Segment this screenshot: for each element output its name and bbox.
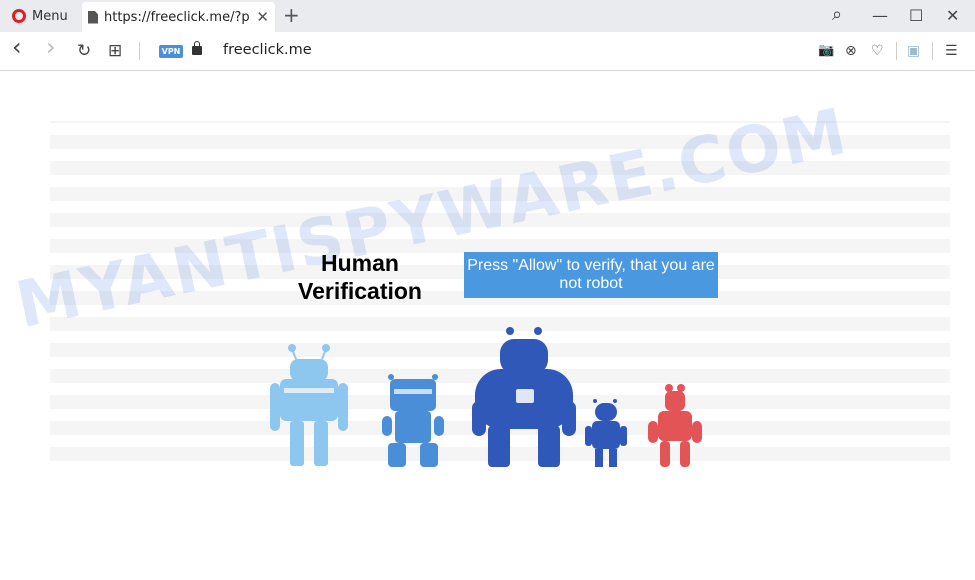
forward-button[interactable]: › — [46, 35, 56, 59]
tab-title: https://freeclick.me/?p — [104, 9, 250, 25]
tab-grid-button[interactable]: ⊞ — [108, 41, 122, 61]
close-tab-icon[interactable]: ✕ — [256, 8, 269, 26]
new-tab-button[interactable]: + — [283, 5, 300, 25]
extension-icon[interactable]: ▣ — [907, 43, 920, 59]
title-line-1: Human — [321, 250, 399, 276]
active-tab[interactable]: https://freeclick.me/?p ✕ — [82, 2, 275, 32]
page-icon — [88, 10, 98, 24]
snapshot-icon[interactable]: 📷 — [818, 43, 834, 58]
robot-light-blue — [270, 344, 348, 466]
ad-block-icon[interactable]: ⊗ — [845, 43, 857, 59]
divider — [896, 42, 897, 60]
url-field[interactable]: freeclick.me — [223, 42, 312, 58]
allow-notice: Press "Allow" to verify, that you are no… — [464, 252, 718, 298]
settings-icon[interactable]: ☰ — [945, 43, 958, 59]
close-window-button[interactable]: ✕ — [946, 6, 959, 25]
heart-icon[interactable]: ♡ — [871, 43, 884, 59]
maximize-button[interactable]: ☐ — [909, 6, 923, 25]
vpn-badge[interactable]: VPN — [159, 45, 183, 58]
search-icon[interactable]: ⌕ — [832, 4, 842, 25]
back-button[interactable]: ‹ — [12, 35, 22, 59]
minimize-button[interactable]: — — [872, 6, 888, 25]
robot-red — [648, 384, 702, 467]
reload-button[interactable]: ↻ — [77, 41, 91, 61]
robot-dark-blue — [472, 327, 576, 467]
address-bar: ‹ › ↻ ⊞ VPN freeclick.me 📷 ⊗ ♡ ▣ ☰ — [0, 32, 975, 71]
menu-label: Menu — [32, 8, 68, 24]
robots-illustration — [270, 327, 702, 467]
tab-bar: Menu https://freeclick.me/?p ✕ + ⌕ — ☐ ✕ — [0, 0, 975, 32]
page-content: MYANTISPYWARE.COM Human Verification Pre… — [0, 71, 975, 580]
robot-mid-blue — [382, 374, 444, 467]
divider — [139, 42, 140, 60]
page-title: Human Verification — [280, 249, 440, 305]
robot-small — [585, 399, 627, 467]
opera-menu-button[interactable]: Menu — [6, 4, 74, 28]
title-line-2: Verification — [298, 278, 422, 304]
opera-logo-icon — [12, 9, 26, 23]
divider — [932, 42, 933, 60]
lock-icon[interactable] — [192, 41, 202, 55]
